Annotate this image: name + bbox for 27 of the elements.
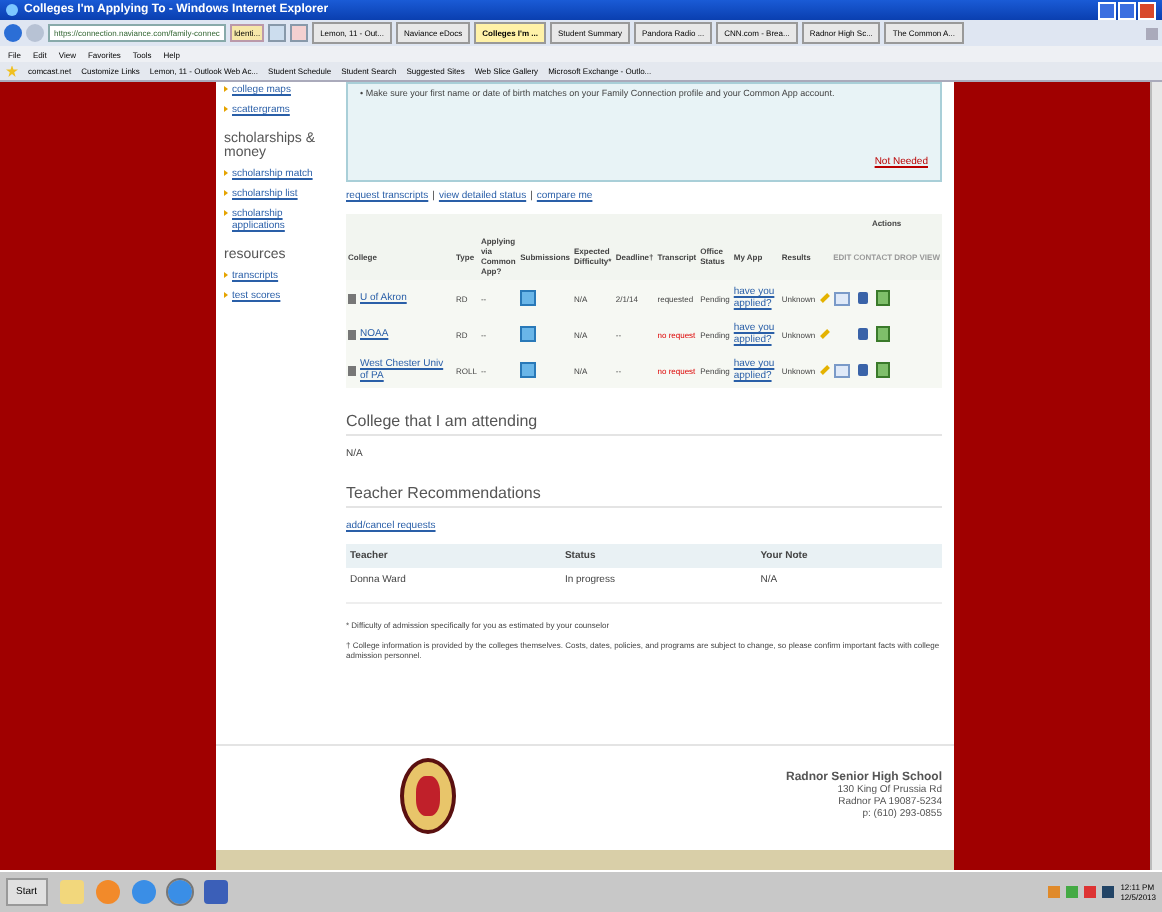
maximize-button[interactable] (1118, 1, 1136, 19)
document-icon[interactable] (875, 362, 890, 378)
document-icon[interactable] (875, 326, 890, 342)
browser-icon (6, 4, 18, 16)
pencil-icon[interactable] (819, 365, 830, 375)
envelope-icon[interactable] (833, 363, 850, 377)
browser-icon[interactable] (131, 880, 156, 904)
back-button[interactable] (4, 24, 22, 42)
envelope-icon[interactable] (833, 291, 850, 305)
browser-icon[interactable] (167, 880, 192, 904)
scrollbar[interactable] (1150, 82, 1162, 870)
home-icon[interactable] (1146, 27, 1158, 39)
minimize-button[interactable] (1098, 1, 1116, 19)
document-icon[interactable] (875, 290, 890, 306)
close-button[interactable] (1138, 1, 1156, 19)
pencil-icon[interactable] (819, 329, 830, 339)
section-heading: Teacher Recommendations (346, 484, 942, 508)
pencil-icon[interactable] (819, 293, 830, 303)
section-heading: College that I am attending (346, 412, 942, 436)
document-icon (348, 293, 356, 303)
media-player-icon[interactable] (95, 880, 120, 904)
document-icon[interactable] (203, 880, 228, 904)
document-icon (348, 365, 356, 375)
school-seal-icon (400, 758, 456, 834)
stop-button[interactable] (290, 24, 309, 42)
refresh-button[interactable] (268, 24, 287, 42)
document-icon (348, 329, 356, 339)
